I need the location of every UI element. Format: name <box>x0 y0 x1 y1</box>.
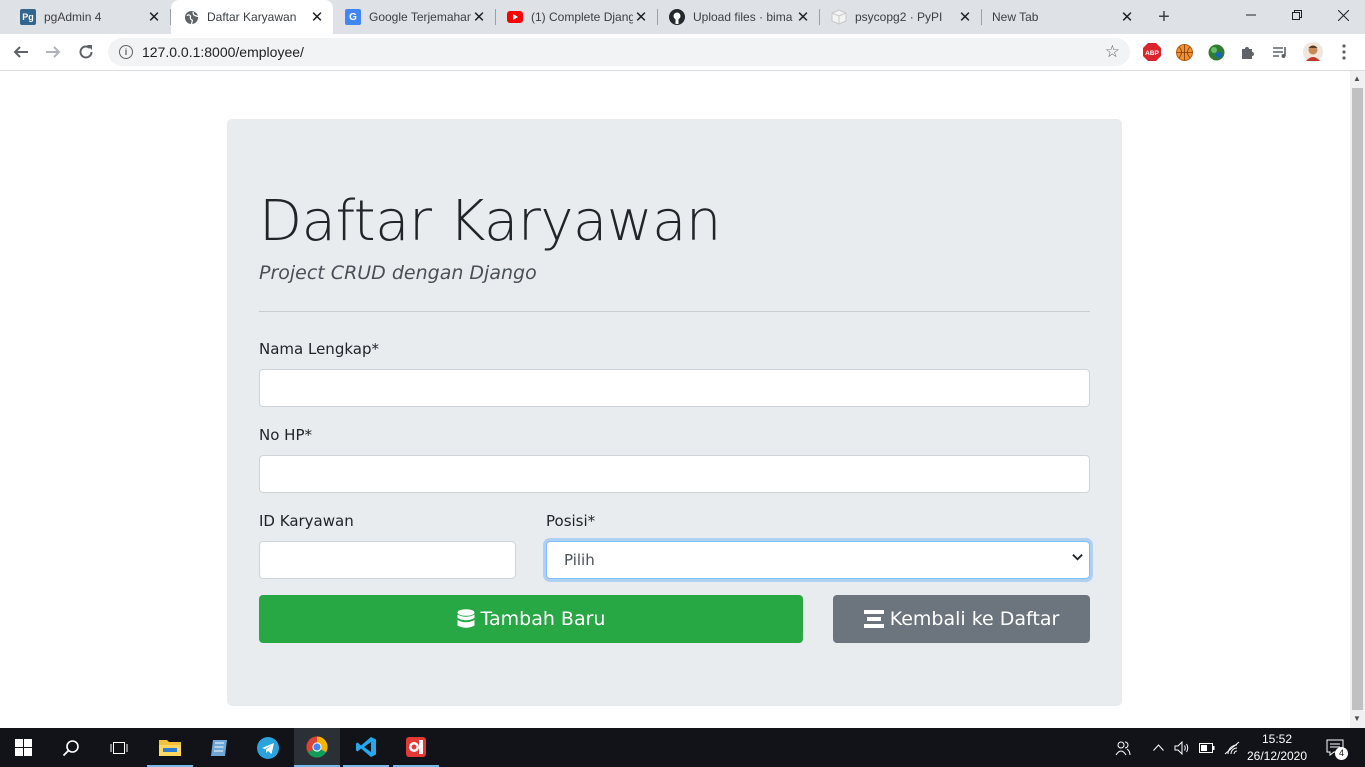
svg-text:ABP: ABP <box>1145 50 1159 57</box>
tab-title: psycopg2 · PyPI <box>855 10 943 24</box>
tab-github[interactable]: Upload files · bima ✕ <box>657 0 819 34</box>
close-icon[interactable]: ✕ <box>957 9 973 26</box>
back-to-list-label: Kembali ke Daftar <box>889 608 1060 630</box>
tab-google-translate[interactable]: G Google Terjemahan ✕ <box>333 0 495 34</box>
page-title: Daftar Karyawan <box>259 189 721 254</box>
position-label: Posisi* <box>546 512 596 530</box>
tab-title: pgAdmin 4 <box>44 10 102 24</box>
phone-label: No HP* <box>259 426 312 444</box>
telegram-icon[interactable] <box>245 728 291 767</box>
windows-start-icon[interactable] <box>0 728 46 767</box>
close-window-button[interactable] <box>1320 0 1365 30</box>
clock-time: 15:52 <box>1261 732 1293 746</box>
close-icon[interactable]: ✕ <box>633 9 649 26</box>
youtube-icon <box>507 9 523 25</box>
reload-button[interactable] <box>72 38 100 66</box>
url-text[interactable]: 127.0.0.1:8000/employee/ <box>142 44 304 60</box>
tab-new-tab[interactable]: New Tab ✕ <box>981 0 1143 34</box>
tab-pypi[interactable]: psycopg2 · PyPI ✕ <box>819 0 981 34</box>
wifi-icon[interactable] <box>1221 728 1243 767</box>
info-icon[interactable]: i <box>119 45 133 59</box>
clock-date: 26/12/2020 <box>1246 749 1308 763</box>
chevron-down-icon <box>1072 551 1083 565</box>
file-explorer-icon[interactable] <box>147 728 193 767</box>
back-to-list-button[interactable]: Kembali ke Daftar <box>833 595 1090 643</box>
media-queue-icon[interactable] <box>1271 43 1289 61</box>
close-icon[interactable]: ✕ <box>146 9 162 26</box>
minimize-button[interactable] <box>1228 0 1274 30</box>
people-icon[interactable] <box>1112 728 1134 767</box>
list-icon <box>863 610 884 628</box>
browser-toolbar: i 127.0.0.1:8000/employee/ ☆ ABP <box>0 34 1365 71</box>
position-selected-value: Pilih <box>564 551 595 569</box>
globe-icon <box>183 9 199 25</box>
close-icon[interactable]: ✕ <box>471 9 487 26</box>
page-content: Daftar Karyawan Project CRUD dengan Djan… <box>0 71 1350 728</box>
adblock-plus-icon[interactable]: ABP <box>1143 43 1161 61</box>
add-new-label: Tambah Baru <box>480 608 606 630</box>
notification-badge: 4 <box>1335 747 1348 760</box>
profile-avatar-icon[interactable] <box>1303 42 1323 62</box>
divider <box>259 311 1090 312</box>
tab-daftar-karyawan[interactable]: Daftar Karyawan ✕ <box>171 0 333 34</box>
volume-icon[interactable] <box>1171 728 1193 767</box>
basketball-extension-icon[interactable] <box>1175 43 1193 61</box>
jumbotron: Daftar Karyawan Project CRUD dengan Djan… <box>227 119 1122 706</box>
battery-icon[interactable] <box>1196 728 1218 767</box>
app-icon[interactable] <box>393 728 439 767</box>
bookmark-star-icon[interactable]: ☆ <box>1105 42 1120 62</box>
close-icon[interactable]: ✕ <box>309 9 325 26</box>
page-scrollbar[interactable]: ▲ ▼ <box>1350 71 1365 728</box>
puzzle-extensions-icon[interactable] <box>1239 43 1257 61</box>
tab-title: (1) Complete Django <box>531 10 633 24</box>
system-clock[interactable]: 15:52 26/12/2020 <box>1244 731 1310 765</box>
browser-tabstrip: Pg pgAdmin 4 ✕ Daftar Karyawan ✕ G Googl… <box>0 0 1365 34</box>
position-select[interactable]: Pilih <box>546 541 1090 579</box>
google-translate-icon: G <box>345 9 361 25</box>
address-bar[interactable]: i 127.0.0.1:8000/employee/ ☆ <box>108 38 1130 66</box>
pgadmin-icon: Pg <box>20 9 36 25</box>
tab-pgadmin[interactable]: Pg pgAdmin 4 ✕ <box>8 0 170 34</box>
tab-youtube[interactable]: (1) Complete Django ✕ <box>495 0 657 34</box>
new-tab-button[interactable]: + <box>1152 5 1176 29</box>
employee-id-input[interactable] <box>259 541 516 579</box>
employee-id-label: ID Karyawan <box>259 512 354 530</box>
back-button[interactable] <box>7 38 35 66</box>
restore-button[interactable] <box>1274 0 1320 30</box>
tab-title: Upload files · bima <box>693 10 793 24</box>
windows-taskbar: 15:52 26/12/2020 4 <box>0 728 1365 767</box>
scrollbar-thumb[interactable] <box>1352 88 1363 710</box>
scroll-down-arrow-icon[interactable]: ▼ <box>1353 714 1361 723</box>
chevron-up-icon[interactable] <box>1148 728 1168 767</box>
notification-center-icon[interactable]: 4 <box>1321 728 1351 767</box>
tab-title: New Tab <box>992 10 1039 24</box>
notepad-icon[interactable] <box>196 728 242 767</box>
tab-title: Daftar Karyawan <box>207 10 297 24</box>
more-menu-icon[interactable] <box>1335 43 1353 61</box>
add-new-button[interactable]: Tambah Baru <box>259 595 803 643</box>
chrome-icon[interactable] <box>294 728 340 767</box>
vscode-icon[interactable] <box>343 728 389 767</box>
page-subtitle: Project CRUD dengan Django <box>259 262 537 284</box>
database-icon <box>457 609 475 629</box>
phone-input[interactable] <box>259 455 1090 493</box>
github-icon <box>669 9 685 25</box>
pypi-icon <box>831 9 847 25</box>
globe-extension-icon[interactable] <box>1207 43 1225 61</box>
scroll-up-arrow-icon[interactable]: ▲ <box>1353 74 1361 83</box>
fullname-label: Nama Lengkap* <box>259 340 379 358</box>
search-icon[interactable] <box>48 728 94 767</box>
tab-title: Google Terjemahan <box>369 10 471 24</box>
close-icon[interactable]: ✕ <box>1119 9 1135 26</box>
forward-button[interactable] <box>39 38 67 66</box>
close-icon[interactable]: ✕ <box>795 9 811 26</box>
fullname-input[interactable] <box>259 369 1090 407</box>
task-view-icon[interactable] <box>96 728 142 767</box>
